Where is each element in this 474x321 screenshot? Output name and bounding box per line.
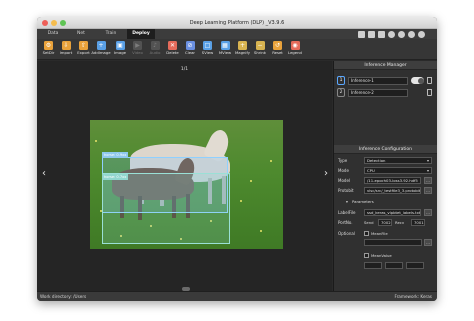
previous-image-button[interactable]: ‹ <box>42 169 46 179</box>
video-icon: ▶ <box>133 41 142 50</box>
type-label: Type <box>338 158 348 163</box>
mode-label: Mode <box>338 168 349 173</box>
parameters-heading: Parameters <box>352 199 374 204</box>
inference-index: 2 <box>337 88 345 97</box>
detection-box-2[interactable]: horse: 0.7xx <box>102 173 230 244</box>
single-view-icon: □ <box>203 41 212 50</box>
tab-bar: Data Net Train Deploy <box>37 29 437 39</box>
user-icon[interactable] <box>398 30 405 38</box>
inference-manager-header: Inference Manager <box>334 61 437 70</box>
folder-export-icon: ⇧ <box>79 41 88 50</box>
framework-text: Framework: Keras <box>394 294 432 299</box>
tab-net[interactable]: Net <box>71 29 91 39</box>
toolbar: ⚙ SetDir ⇩ Import ⇧ Export + AddImage ▣ Image ▶ Vid… <box>37 39 437 60</box>
title-bar: Deep Learning Platform (DLP) _V3.9.6 <box>37 17 437 29</box>
settings-icon[interactable] <box>388 30 395 38</box>
folder-gear-icon: ⚙ <box>44 41 53 50</box>
meanfile-path-field[interactable] <box>364 239 422 246</box>
labelfile-label: LabelFile <box>338 210 356 215</box>
inference-enable-toggle[interactable] <box>411 77 424 84</box>
toolbar-button-label: Legend <box>288 50 302 55</box>
mode-select[interactable]: CPU <box>364 167 432 174</box>
model-path-field[interactable]: /11-epoch03-loss3.92.hdf5 <box>364 177 421 184</box>
browse-labelfile-button[interactable]: ... <box>424 209 432 216</box>
folder-import-icon: ⇩ <box>61 41 71 50</box>
app-window: Deep Learning Platform (DLP) _V3.9.6 Dat… <box>37 17 437 301</box>
clear-icon: ⊘ <box>185 41 195 50</box>
save-icon[interactable] <box>378 30 385 38</box>
status-bar: Work directory: /Users Framework: Keras <box>37 291 437 301</box>
protobit-label: Protobit <box>338 188 354 193</box>
reset-icon: ↺ <box>273 41 282 50</box>
send-label: Send <box>364 220 374 225</box>
recv-label: Recv <box>395 220 405 225</box>
magnify-icon: + <box>238 41 247 50</box>
audio-icon: ♪ <box>150 41 160 50</box>
legend-icon: ◉ <box>290 41 300 50</box>
next-image-button[interactable]: › <box>324 169 328 179</box>
image-canvas[interactable]: 1/1 ‹ › horse: 0.9xx horse: 0.7xx <box>37 61 332 291</box>
power-icon[interactable] <box>418 30 425 38</box>
toolbar-legend-button[interactable]: ◉ Legend <box>287 41 304 59</box>
labelfile-path-field[interactable]: ssd_keras_vlpbtet_labels.txt <box>364 209 421 216</box>
detection-label-2: horse: 0.7xx <box>102 174 129 180</box>
meanvalue-label: MeanValue <box>371 253 392 258</box>
shrink-icon: − <box>255 41 265 50</box>
inference-name-field[interactable]: Inference-1 <box>348 76 408 85</box>
model-label: Model <box>338 178 351 183</box>
work-directory-text: Work directory: /Users <box>40 294 87 299</box>
delete-icon: ✕ <box>168 41 177 50</box>
multi-view-icon: ▦ <box>220 41 230 50</box>
inference-name-field[interactable]: Inference-2 <box>348 88 408 97</box>
protobit-path-field[interactable]: vlsc/src/_testfile3_3.protobit <box>364 187 421 194</box>
image-icon: ▣ <box>115 41 125 50</box>
trash-icon[interactable] <box>427 77 432 84</box>
info-icon[interactable] <box>368 30 375 38</box>
right-panel: Inference Manager 1 Inference-1 2 Infere… <box>333 61 437 291</box>
tab-train[interactable]: Train <box>99 29 123 39</box>
inference-config-header: Inference Configuration <box>334 145 437 154</box>
detection-image: horse: 0.9xx horse: 0.7xx <box>90 120 283 249</box>
portno-label: PortNo. <box>338 220 353 225</box>
meanvalue-checkbox[interactable] <box>364 253 369 258</box>
mean-value-field-3[interactable] <box>406 262 424 269</box>
inference-item[interactable]: 1 Inference-1 <box>337 76 435 85</box>
optional-label: Optional <box>338 231 355 236</box>
meanfile-label: MeanFile <box>371 231 388 236</box>
browse-meanfile-button[interactable]: ... <box>424 239 432 246</box>
browse-model-button[interactable]: ... <box>424 177 432 184</box>
meanfile-checkbox[interactable] <box>364 231 369 236</box>
trash-icon[interactable] <box>427 89 432 96</box>
inference-index: 1 <box>337 76 345 85</box>
window-title: Deep Learning Platform (DLP) _V3.9.6 <box>189 20 285 26</box>
home-icon[interactable] <box>358 30 365 38</box>
tab-data[interactable]: Data <box>43 29 63 39</box>
browse-protobit-button[interactable]: ... <box>424 187 432 194</box>
send-port-field[interactable]: 7002 <box>378 219 392 226</box>
parameters-bullet-icon: ▾ <box>346 199 348 204</box>
inference-item[interactable]: 2 Inference-2 <box>337 88 435 97</box>
camera-add-icon: + <box>96 41 106 50</box>
tab-deploy[interactable]: Deploy <box>127 29 155 39</box>
type-select[interactable]: Detection <box>364 157 432 164</box>
recv-port-field[interactable]: 7001 <box>411 219 425 226</box>
mean-value-field-1[interactable] <box>364 262 382 269</box>
detection-label-1: horse: 0.9xx <box>102 152 129 158</box>
mean-value-field-2[interactable] <box>385 262 403 269</box>
help-icon[interactable] <box>408 30 415 38</box>
page-indicator: 1/1 <box>180 67 189 72</box>
